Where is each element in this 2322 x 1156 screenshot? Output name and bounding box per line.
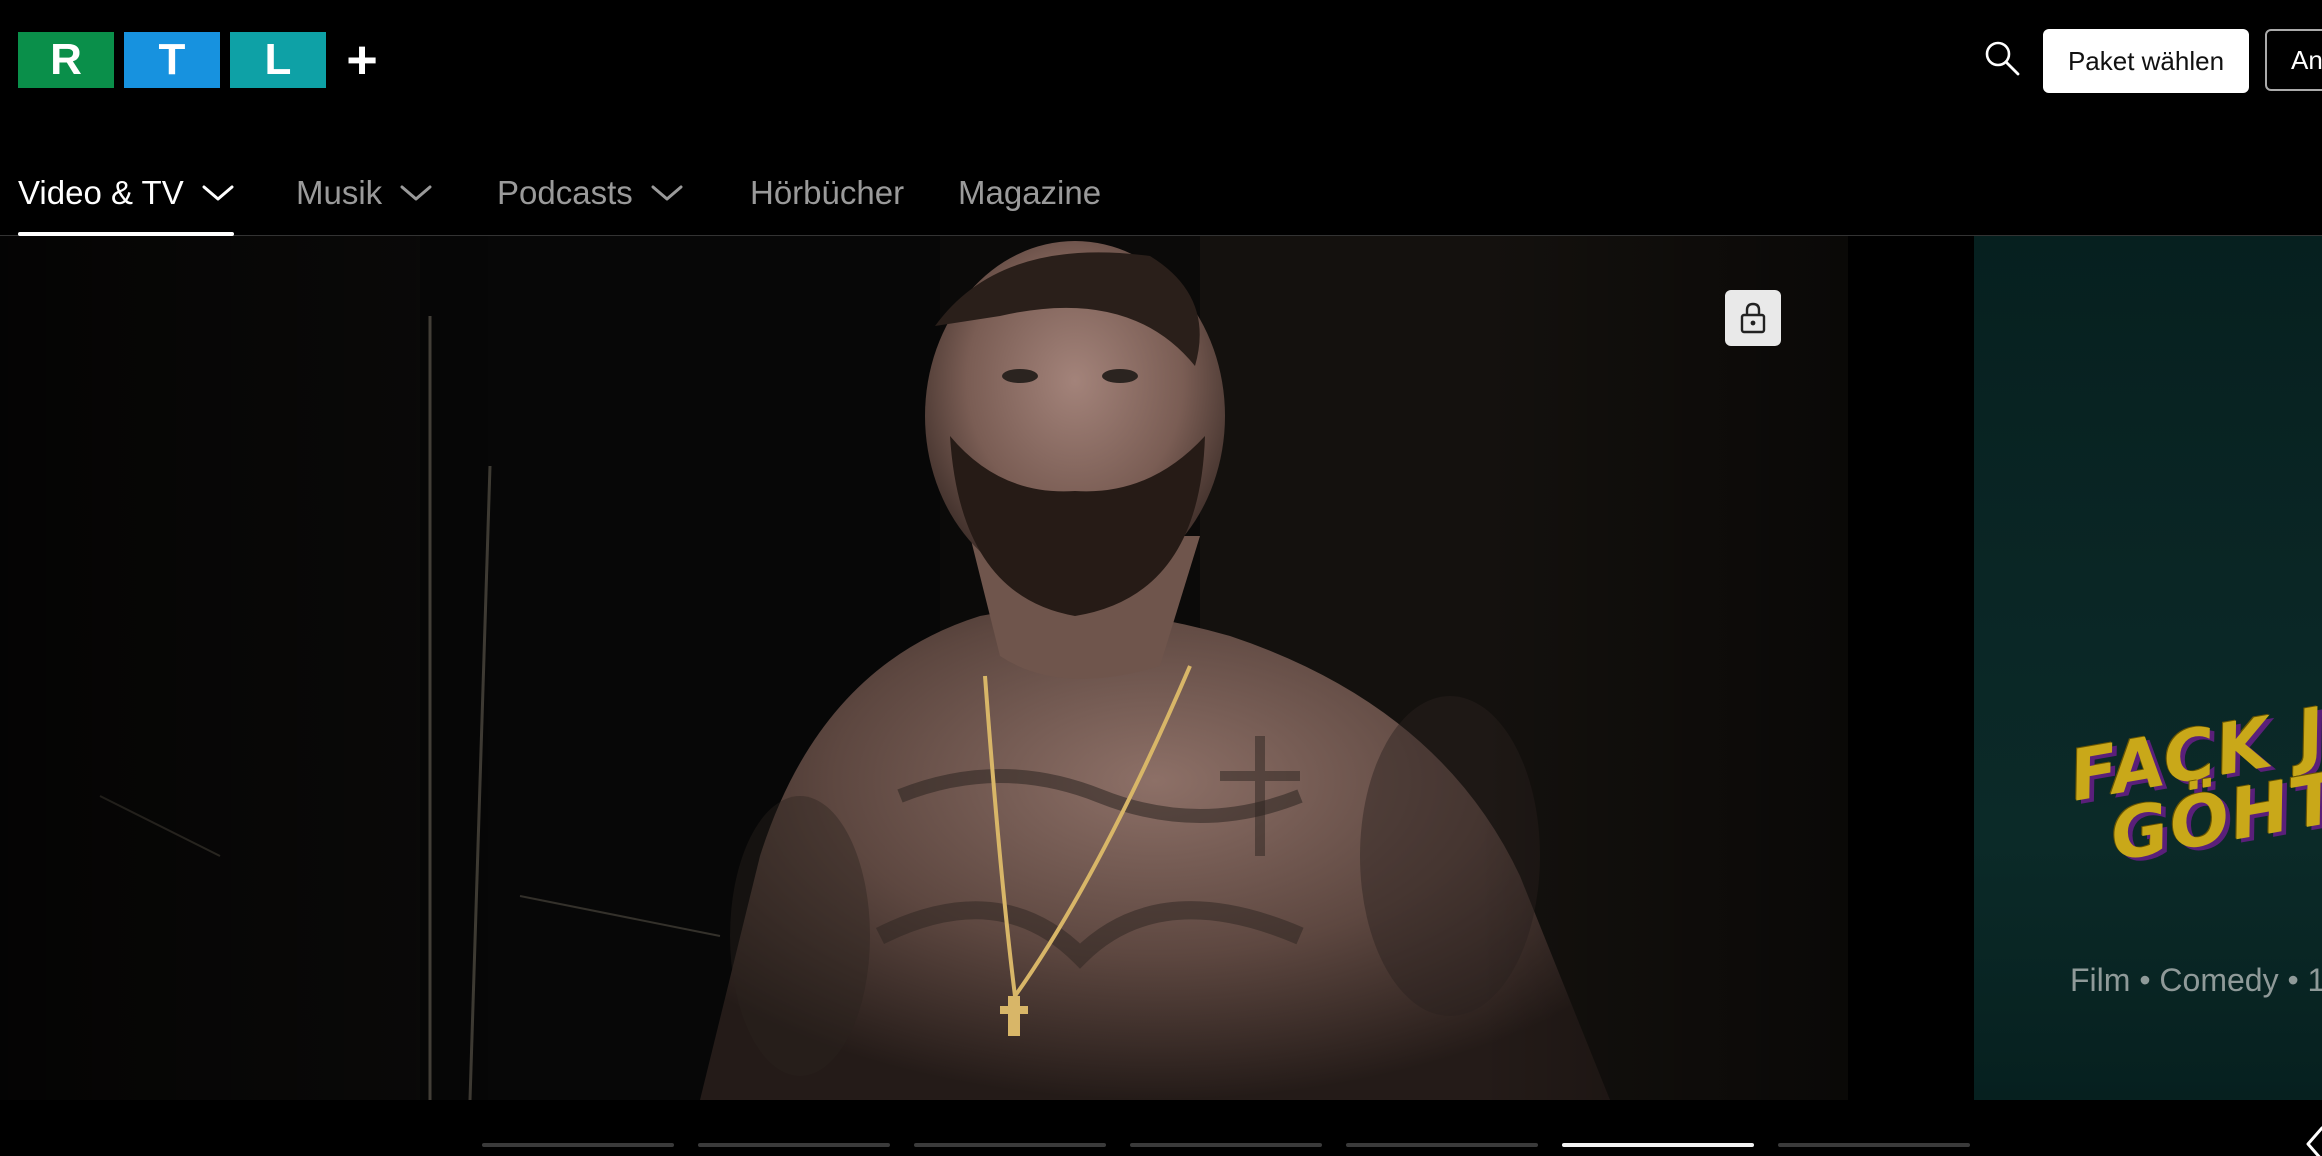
logo-letter-r: R <box>18 32 114 88</box>
login-button[interactable]: An <box>2265 29 2322 91</box>
chevron-left-icon[interactable] <box>2300 1124 2322 1156</box>
search-icon <box>1985 41 2020 76</box>
rtl-plus-page: R T L + Paket wählen An Video & TV Musik <box>0 0 2322 1156</box>
nav-item-musik[interactable]: Musik <box>296 150 432 236</box>
nav-item-podcasts[interactable]: Podcasts <box>497 150 683 236</box>
nav-item-label: Podcasts <box>497 174 633 211</box>
rtl-plus-logo[interactable]: R T L + <box>18 30 386 90</box>
search-button[interactable] <box>1980 36 2024 80</box>
chevron-down-icon <box>651 185 683 201</box>
next-slide-meta: Film • Comedy • 1 <box>2070 962 2322 998</box>
carousel-dot-active[interactable] <box>1562 1143 1754 1147</box>
nav-item-magazine[interactable]: Magazine <box>958 150 1101 236</box>
top-bar: R T L + Paket wählen An <box>0 0 2322 120</box>
main-nav: Video & TV Musik Podcasts Hörbücher Maga… <box>0 150 2322 236</box>
nav-item-label: Musik <box>296 174 383 211</box>
carousel-dot[interactable] <box>1346 1143 1538 1147</box>
carousel-dot[interactable] <box>914 1143 1106 1147</box>
chevron-down-icon <box>400 185 432 201</box>
nav-item-video-tv[interactable]: Video & TV <box>18 150 234 236</box>
next-slide-title-art: FACK JU GÖHTE <box>2064 682 2322 878</box>
carousel-pagination <box>0 1100 2322 1156</box>
nav-item-label: Hörbücher <box>750 174 905 211</box>
carousel-dot[interactable] <box>482 1143 674 1147</box>
nav-item-label: Video & TV <box>18 174 184 211</box>
carousel-dot[interactable] <box>1130 1143 1322 1147</box>
hero-slide-current[interactable] <box>0 236 1848 1100</box>
nav-item-hoerbuecher[interactable]: Hörbücher <box>750 150 904 236</box>
hero-slide-next[interactable]: FACK JU GÖHTE Film • Comedy • 1 <box>1974 236 2322 1100</box>
logo-letter-t: T <box>124 32 220 88</box>
hero-carousel: FACK JU GÖHTE Film • Comedy • 1 <box>0 236 2322 1100</box>
lock-button[interactable] <box>1725 290 1781 346</box>
lock-icon <box>1740 302 1766 334</box>
carousel-dot[interactable] <box>698 1143 890 1147</box>
hero-image <box>0 236 1848 1100</box>
chevron-down-icon <box>202 185 234 201</box>
logo-letter-l: L <box>230 32 326 88</box>
logo-plus: + <box>346 30 378 90</box>
nav-item-label: Magazine <box>958 174 1102 211</box>
select-package-button[interactable]: Paket wählen <box>2043 29 2249 93</box>
carousel-dot[interactable] <box>1778 1143 1970 1147</box>
